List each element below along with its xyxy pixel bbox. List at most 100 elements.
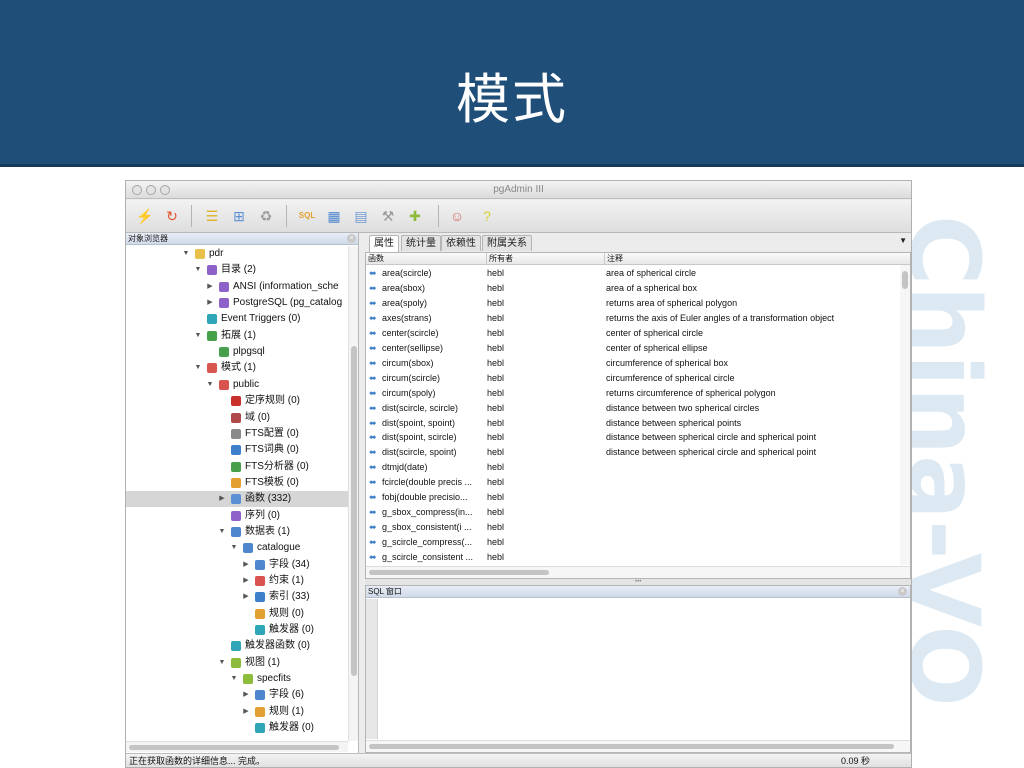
collapsed-arrow-icon[interactable]: ▶	[241, 704, 251, 720]
tab-0[interactable]: 属性	[369, 235, 399, 252]
tree-item[interactable]: ▶ 字段 (34)	[126, 557, 348, 573]
tree-item[interactable]: 触发器 (0)	[126, 622, 348, 638]
tree-item[interactable]: 触发器函数 (0)	[126, 638, 348, 654]
tree-item[interactable]: 序列 (0)	[126, 508, 348, 524]
tab-2[interactable]: 依赖性	[441, 235, 481, 251]
function-row[interactable]: ⬌ area(sbox) hebl area of a spherical box	[366, 281, 900, 296]
function-row[interactable]: ⬌ g_scircle_consistent ... hebl	[366, 550, 900, 565]
tab-menu-icon[interactable]: ▼	[899, 236, 907, 245]
tree-item[interactable]: ▼ public	[126, 377, 348, 393]
properties-icon[interactable]: ☰	[201, 206, 223, 226]
collapsed-arrow-icon[interactable]: ▶	[205, 295, 215, 311]
tree-horizontal-scrollbar[interactable]	[126, 741, 348, 752]
close-icon[interactable]: ×	[898, 587, 907, 596]
expanded-arrow-icon[interactable]: ▼	[217, 524, 227, 540]
guru-hint-icon[interactable]: ☺	[446, 206, 468, 226]
collapsed-arrow-icon[interactable]: ▶	[241, 687, 251, 703]
function-row[interactable]: ⬌ dist(scircle, scircle) hebl distance betw…	[366, 401, 900, 416]
function-row[interactable]: ⬌ g_sbox_compress(in... hebl	[366, 505, 900, 520]
tree-item[interactable]: ▶ 约束 (1)	[126, 573, 348, 589]
function-row[interactable]: ⬌ axes(strans) hebl returns the axis of Eul…	[366, 311, 900, 326]
function-row[interactable]: ⬌ center(scircle) hebl center of spherical …	[366, 326, 900, 341]
function-row[interactable]: ⬌ fcircle(double precis ... hebl	[366, 475, 900, 490]
help-icon[interactable]: ?	[476, 206, 498, 226]
query-tool-icon[interactable]: SQL	[296, 206, 318, 226]
tree-item[interactable]: plpgsql	[126, 344, 348, 360]
list-horizontal-scroll-thumb[interactable]	[369, 570, 549, 575]
function-row[interactable]: ⬌ g_sbox_consistent(i ... hebl	[366, 520, 900, 535]
tree-item[interactable]: FTS分析器 (0)	[126, 459, 348, 475]
function-row[interactable]: ⬌ fobj(double precisio... hebl	[366, 490, 900, 505]
connect-icon[interactable]: ⚡	[134, 206, 156, 226]
list-vertical-scrollbar[interactable]	[900, 265, 910, 565]
list-vertical-scroll-thumb[interactable]	[902, 271, 908, 289]
create-object-icon[interactable]: ⊞	[228, 206, 250, 226]
function-row[interactable]: ⬌ area(spoly) hebl returns area of spherica…	[366, 296, 900, 311]
tree-item[interactable]: ▼ 视图 (1)	[126, 655, 348, 671]
tree-item[interactable]: ▼ catalogue	[126, 540, 348, 556]
refresh-icon[interactable]: ↻	[161, 206, 183, 226]
tree-item[interactable]: ▶ 规则 (1)	[126, 704, 348, 720]
sql-horizontal-scrollbar[interactable]	[366, 740, 910, 752]
view-data-icon[interactable]: ▦	[323, 206, 345, 226]
tree-item[interactable]: ▼ 模式 (1)	[126, 360, 348, 376]
tree-item[interactable]: ▼ 目录 (2)	[126, 262, 348, 278]
tree-item[interactable]: ▼ 数据表 (1)	[126, 524, 348, 540]
function-row[interactable]: ⬌ dtmjd(date) hebl	[366, 460, 900, 475]
function-row[interactable]: ⬌ circum(scircle) hebl circumference of sph…	[366, 371, 900, 386]
tree-item[interactable]: ▶ ANSI (information_sche	[126, 279, 348, 295]
tree-item[interactable]: Event Triggers (0)	[126, 311, 348, 327]
tree-item[interactable]: FTS模板 (0)	[126, 475, 348, 491]
column-header-comment[interactable]: 注释	[604, 253, 900, 265]
tree-item[interactable]: ▼ specfits	[126, 671, 348, 687]
tree-item[interactable]: ▼ pdr	[126, 246, 348, 262]
sql-horizontal-scroll-thumb[interactable]	[369, 744, 894, 749]
function-row[interactable]: ⬌ circum(spoly) hebl returns circumference …	[366, 386, 900, 401]
tree-item[interactable]: ▶ 索引 (33)	[126, 589, 348, 605]
drop-object-icon[interactable]: ♻	[255, 206, 277, 226]
expanded-arrow-icon[interactable]: ▼	[229, 671, 239, 687]
column-header-owner[interactable]: 所有者	[486, 253, 604, 265]
tree-item[interactable]: ▶ 字段 (6)	[126, 687, 348, 703]
close-icon[interactable]: ×	[347, 234, 356, 243]
collapsed-arrow-icon[interactable]: ▶	[241, 557, 251, 573]
expanded-arrow-icon[interactable]: ▼	[229, 540, 239, 556]
tree-vertical-scrollbar[interactable]	[348, 246, 358, 741]
function-row[interactable]: ⬌ circum(sbox) hebl circumference of spheri…	[366, 356, 900, 371]
maintenance-icon[interactable]: ⚒	[377, 206, 399, 226]
expanded-arrow-icon[interactable]: ▼	[193, 360, 203, 376]
tree-item[interactable]: FTS词典 (0)	[126, 442, 348, 458]
expanded-arrow-icon[interactable]: ▼	[193, 328, 203, 344]
tree-item[interactable]: ▼ 拓展 (1)	[126, 328, 348, 344]
tree-item[interactable]: 触发器 (0)	[126, 720, 348, 736]
function-row[interactable]: ⬌ g_scircle_compress(... hebl	[366, 535, 900, 550]
tree-item[interactable]: 定序规则 (0)	[126, 393, 348, 409]
tab-3[interactable]: 附属关系	[482, 235, 532, 251]
function-row[interactable]: ⬌ center(sellipse) hebl center of spherical…	[366, 341, 900, 356]
expanded-arrow-icon[interactable]: ▼	[205, 377, 215, 393]
sql-editor[interactable]	[379, 599, 909, 739]
collapsed-arrow-icon[interactable]: ▶	[217, 491, 227, 507]
expanded-arrow-icon[interactable]: ▼	[193, 262, 203, 278]
tree-item[interactable]: ▶ 函数 (332)	[126, 491, 348, 507]
function-row[interactable]: ⬌ dist(spoint, scircle) hebl distance betwe…	[366, 430, 900, 445]
plugins-icon[interactable]: ✚	[404, 206, 426, 226]
tree-item[interactable]: 规则 (0)	[126, 606, 348, 622]
function-row[interactable]: ⬌ area(scircle) hebl area of spherical circ…	[366, 266, 900, 281]
column-header-name[interactable]: 函数	[366, 253, 486, 265]
tree-item[interactable]: ▶ PostgreSQL (pg_catalog	[126, 295, 348, 311]
function-row[interactable]: ⬌ dist(scircle, spoint) hebl distance betwe…	[366, 445, 900, 460]
tree-vertical-scroll-thumb[interactable]	[351, 346, 357, 676]
tree-horizontal-scroll-thumb[interactable]	[129, 745, 339, 750]
filtered-data-icon[interactable]: ▤	[350, 206, 372, 226]
tree-item[interactable]: FTS配置 (0)	[126, 426, 348, 442]
collapsed-arrow-icon[interactable]: ▶	[241, 589, 251, 605]
tree-item[interactable]: 域 (0)	[126, 410, 348, 426]
collapsed-arrow-icon[interactable]: ▶	[205, 279, 215, 295]
function-row[interactable]: ⬌ dist(spoint, spoint) hebl distance betwee…	[366, 416, 900, 431]
expanded-arrow-icon[interactable]: ▼	[217, 655, 227, 671]
list-horizontal-scrollbar[interactable]	[366, 566, 910, 578]
expanded-arrow-icon[interactable]: ▼	[181, 246, 191, 262]
collapsed-arrow-icon[interactable]: ▶	[241, 573, 251, 589]
tab-1[interactable]: 统计量	[401, 235, 441, 251]
